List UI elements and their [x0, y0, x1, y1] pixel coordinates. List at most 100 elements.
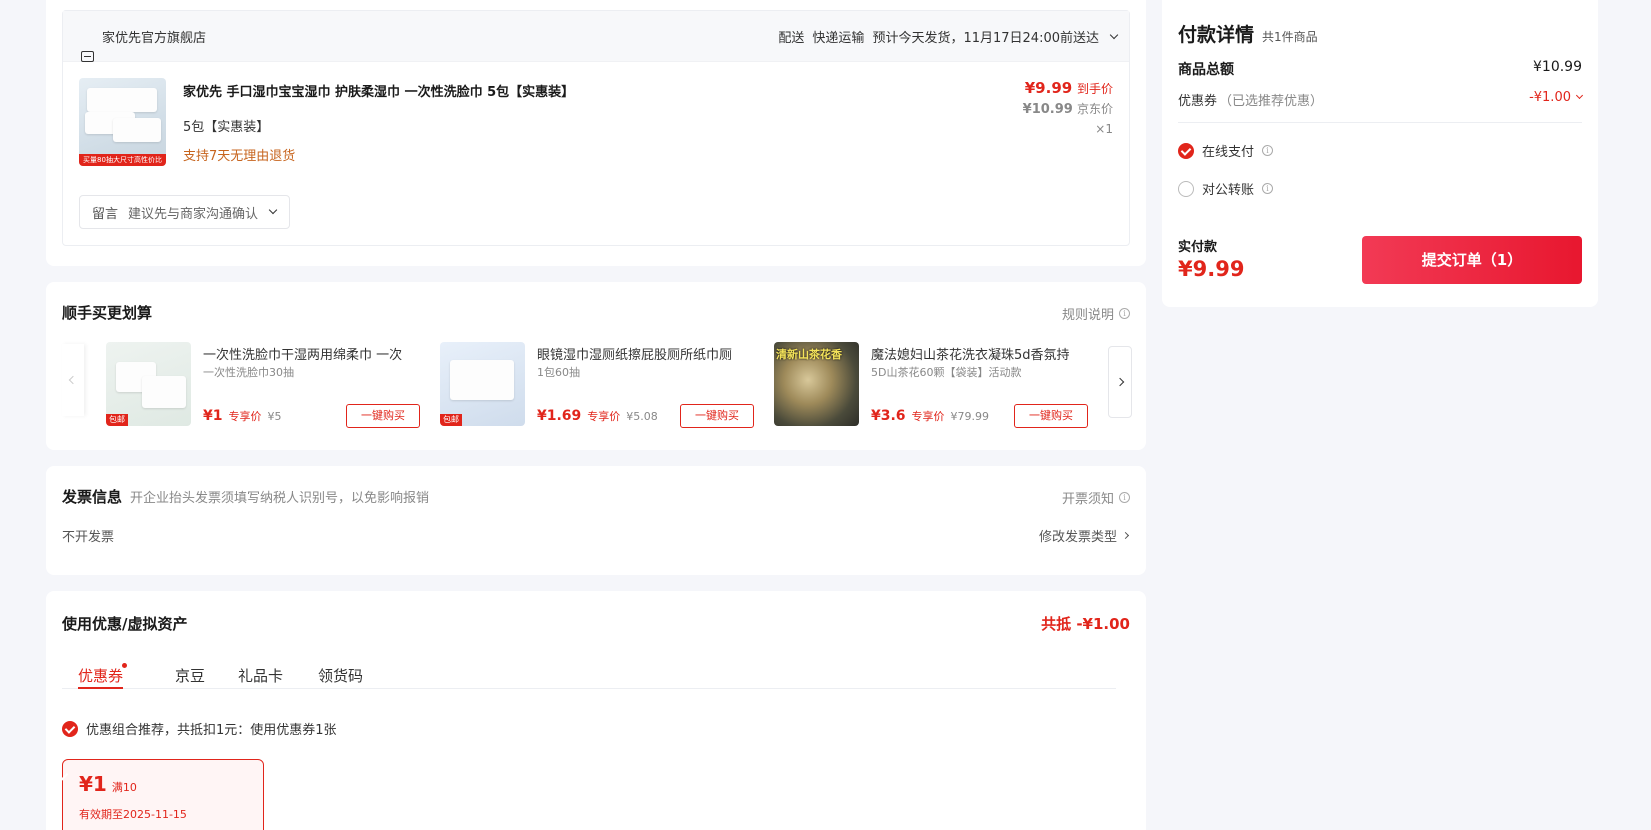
addon-item-price-row: ¥1.69 专享价 ¥5.08: [537, 408, 658, 424]
new-dot-indicator: [122, 663, 128, 668]
chevron-down-icon: [1109, 30, 1119, 39]
chevron-down-icon: [268, 205, 278, 215]
payment-header: 付款详情 共1件商品: [1178, 20, 1318, 47]
tab-coupons-label: 优惠券: [78, 667, 124, 685]
product-thumbnail[interactable]: 买量80抽大尺寸高性价比: [79, 78, 166, 166]
addon-item-spec: 一次性洗脸巾30抽: [203, 366, 294, 379]
invoice-current-type: 不开发票: [62, 530, 115, 545]
payment-option-transfer[interactable]: 对公转账 i: [1178, 179, 1274, 198]
coupon-recommend-text: 优惠组合推荐，共抵扣1元：使用优惠券1张: [86, 723, 337, 738]
invoice-notice-label: 开票须知: [1061, 492, 1114, 507]
addon-item-price: ¥3.6: [871, 408, 906, 424]
actual-pay-label: 实付款: [1178, 240, 1218, 255]
addon-item-name[interactable]: 眼镜湿巾湿厕纸擦屁股厕所纸巾厕: [537, 344, 755, 363]
invoice-header: 发票信息 开企业抬头发票须填写纳税人识别号，以免影响报销: [62, 486, 429, 507]
online-pay-label: 在线支付: [1202, 145, 1255, 160]
message-placeholder: 建议先与商家沟通确认: [128, 206, 259, 222]
discount-tabs: 优惠券 京豆 礼品卡 领货码: [62, 663, 1116, 689]
discount-card: 使用优惠/虚拟资产 共抵 -¥1.00 优惠券 京豆 礼品卡 领货码 优惠组合推…: [46, 591, 1146, 830]
addon-item-spec: 5D山茶花60颗【袋装】活动款: [871, 366, 1022, 379]
coupon-recommend-row[interactable]: 优惠组合推荐，共抵扣1元：使用优惠券1张: [62, 719, 337, 738]
radio-unselected-icon: [1178, 180, 1194, 197]
product-orig-price-label: 京东价: [1076, 102, 1113, 116]
addon-item-price-row: ¥1 专享价 ¥5: [203, 408, 281, 424]
product-price-label: 到手价: [1076, 82, 1113, 96]
return-policy: 支持7天无理由退货: [183, 149, 296, 164]
change-invoice-type-label: 修改发票类型: [1038, 530, 1117, 545]
addon-item-badge: 包邮: [106, 414, 128, 426]
coupon-summary-label: 优惠券: [1178, 94, 1218, 109]
addon-item-name[interactable]: 魔法媳妇山茶花洗衣凝珠5d香氛持: [871, 344, 1089, 363]
total-label: 商品总额: [1178, 62, 1234, 78]
addon-item-thumbnail[interactable]: 包邮: [106, 342, 191, 426]
addon-title: 顺手买更划算: [62, 304, 153, 322]
carousel-prev-button[interactable]: [62, 344, 84, 416]
addon-item: 清新山茶花香 魔法媳妇山茶花洗衣凝珠5d香氛持 5D山茶花60颗【袋装】活动款 …: [774, 340, 1089, 428]
chevron-left-icon: [68, 375, 78, 385]
store-section: 家优先官方旗舰店 配送 快递运输 预计今天发货，11月17日24:00前送达 买…: [62, 10, 1130, 246]
payment-title: 付款详情: [1178, 24, 1255, 46]
coupon-expiry: 有效期至2025-11-15: [79, 808, 187, 821]
addon-item-price-tag: 专享价: [587, 410, 621, 423]
payment-count: 共1件商品: [1262, 30, 1318, 44]
addon-item-price-tag: 专享价: [911, 410, 945, 423]
payment-option-online[interactable]: 在线支付 i: [1178, 141, 1274, 160]
rules-link[interactable]: 规则说明 i: [1062, 304, 1130, 323]
product-quantity: ×1: [1095, 122, 1113, 136]
addon-item-name[interactable]: 一次性洗脸巾干湿两用绵柔巾 一次: [203, 344, 421, 363]
info-icon: i: [1262, 183, 1274, 194]
addon-item-price-tag: 专享价: [228, 410, 262, 423]
tab-gift-card[interactable]: 礼品卡: [238, 665, 283, 686]
info-icon: i: [1262, 145, 1274, 156]
invoice-hint: 开企业抬头发票须填写纳税人识别号，以免影响报销: [130, 491, 430, 506]
tab-jd-beans[interactable]: 京豆: [175, 665, 205, 686]
chevron-down-icon: [1575, 91, 1584, 100]
payment-summary-card: 付款详情 共1件商品 商品总额 ¥10.99 优惠券 （已选推荐优惠） -¥1.…: [1162, 0, 1598, 307]
info-icon: i: [1119, 492, 1130, 503]
addon-item-orig-price: ¥79.99: [950, 409, 990, 423]
addon-item-price: ¥1: [203, 408, 223, 424]
store-order-card: 家优先官方旗舰店 配送 快递运输 预计今天发货，11月17日24:00前送达 买…: [46, 0, 1146, 266]
tab-coupons[interactable]: 优惠券: [78, 663, 128, 689]
coupon-summary-value-toggle[interactable]: -¥1.00: [1529, 90, 1584, 105]
info-icon: i: [1119, 308, 1130, 319]
addon-item: 包邮 眼镜湿巾湿厕纸擦屁股厕所纸巾厕 1包60抽 ¥1.69 专享价 ¥5.08…: [440, 340, 755, 428]
addon-item-spec: 1包60抽: [537, 366, 580, 379]
tab-redeem-code[interactable]: 领货码: [318, 665, 363, 686]
store-icon: [81, 50, 94, 62]
discount-total: 共抵 -¥1.00: [1041, 615, 1130, 633]
corporate-transfer-label: 对公转账: [1202, 183, 1255, 198]
store-header: 家优先官方旗舰店 配送 快递运输 预计今天发货，11月17日24:00前送达: [63, 11, 1129, 62]
addon-item-orig-price: ¥5: [267, 409, 282, 423]
message-field[interactable]: 留言 建议先与商家沟通确认: [79, 195, 290, 229]
invoice-notice-link[interactable]: 开票须知 i: [1062, 488, 1130, 507]
delivery-label: 配送: [778, 31, 805, 46]
submit-order-button[interactable]: 提交订单（1）: [1362, 236, 1582, 284]
invoice-title: 发票信息: [62, 488, 123, 506]
coupon-condition: 满10: [111, 781, 137, 794]
addon-item-thumbnail[interactable]: 清新山茶花香: [774, 342, 859, 426]
change-invoice-type-link[interactable]: 修改发票类型: [1038, 526, 1130, 545]
product-price: ¥9.99: [1024, 79, 1073, 97]
discount-title: 使用优惠/虚拟资产: [62, 615, 188, 633]
coupon-amount: ¥1: [79, 772, 107, 796]
product-orig-price: ¥10.99: [1022, 102, 1073, 117]
store-name[interactable]: 家优先官方旗舰店: [102, 27, 206, 46]
addon-card: 顺手买更划算 规则说明 i 包邮 一次性洗脸巾干湿两用绵柔巾 一次 一次性洗脸巾…: [46, 282, 1146, 450]
addon-item-price: ¥1.69: [537, 408, 582, 424]
total-value: ¥10.99: [1533, 59, 1582, 75]
carousel-next-button[interactable]: [1108, 346, 1132, 418]
addon-item: 包邮 一次性洗脸巾干湿两用绵柔巾 一次 一次性洗脸巾30抽 ¥1 专享价 ¥5 …: [106, 340, 421, 428]
coupon-card[interactable]: ¥1 满10 有效期至2025-11-15: [62, 759, 264, 830]
delivery-estimate: 预计今天发货，11月17日24:00前送达: [872, 31, 1099, 46]
addon-buy-button[interactable]: 一键购买: [346, 404, 420, 428]
addon-item-thumbnail[interactable]: 包邮: [440, 342, 525, 426]
delivery-info[interactable]: 配送 快递运输 预计今天发货，11月17日24:00前送达: [778, 27, 1119, 46]
addon-buy-button[interactable]: 一键购买: [1014, 404, 1088, 428]
product-title[interactable]: 家优先 手口湿巾宝宝湿巾 护肤柔湿巾 一次性洗脸巾 5包【实惠装】: [183, 81, 574, 100]
addon-buy-button[interactable]: 一键购买: [680, 404, 754, 428]
radio-selected-icon: [1178, 142, 1194, 159]
rules-link-label: 规则说明: [1061, 308, 1114, 323]
chevron-right-icon: [1115, 377, 1125, 387]
addon-item-badge: 清新山茶花香: [776, 348, 842, 361]
